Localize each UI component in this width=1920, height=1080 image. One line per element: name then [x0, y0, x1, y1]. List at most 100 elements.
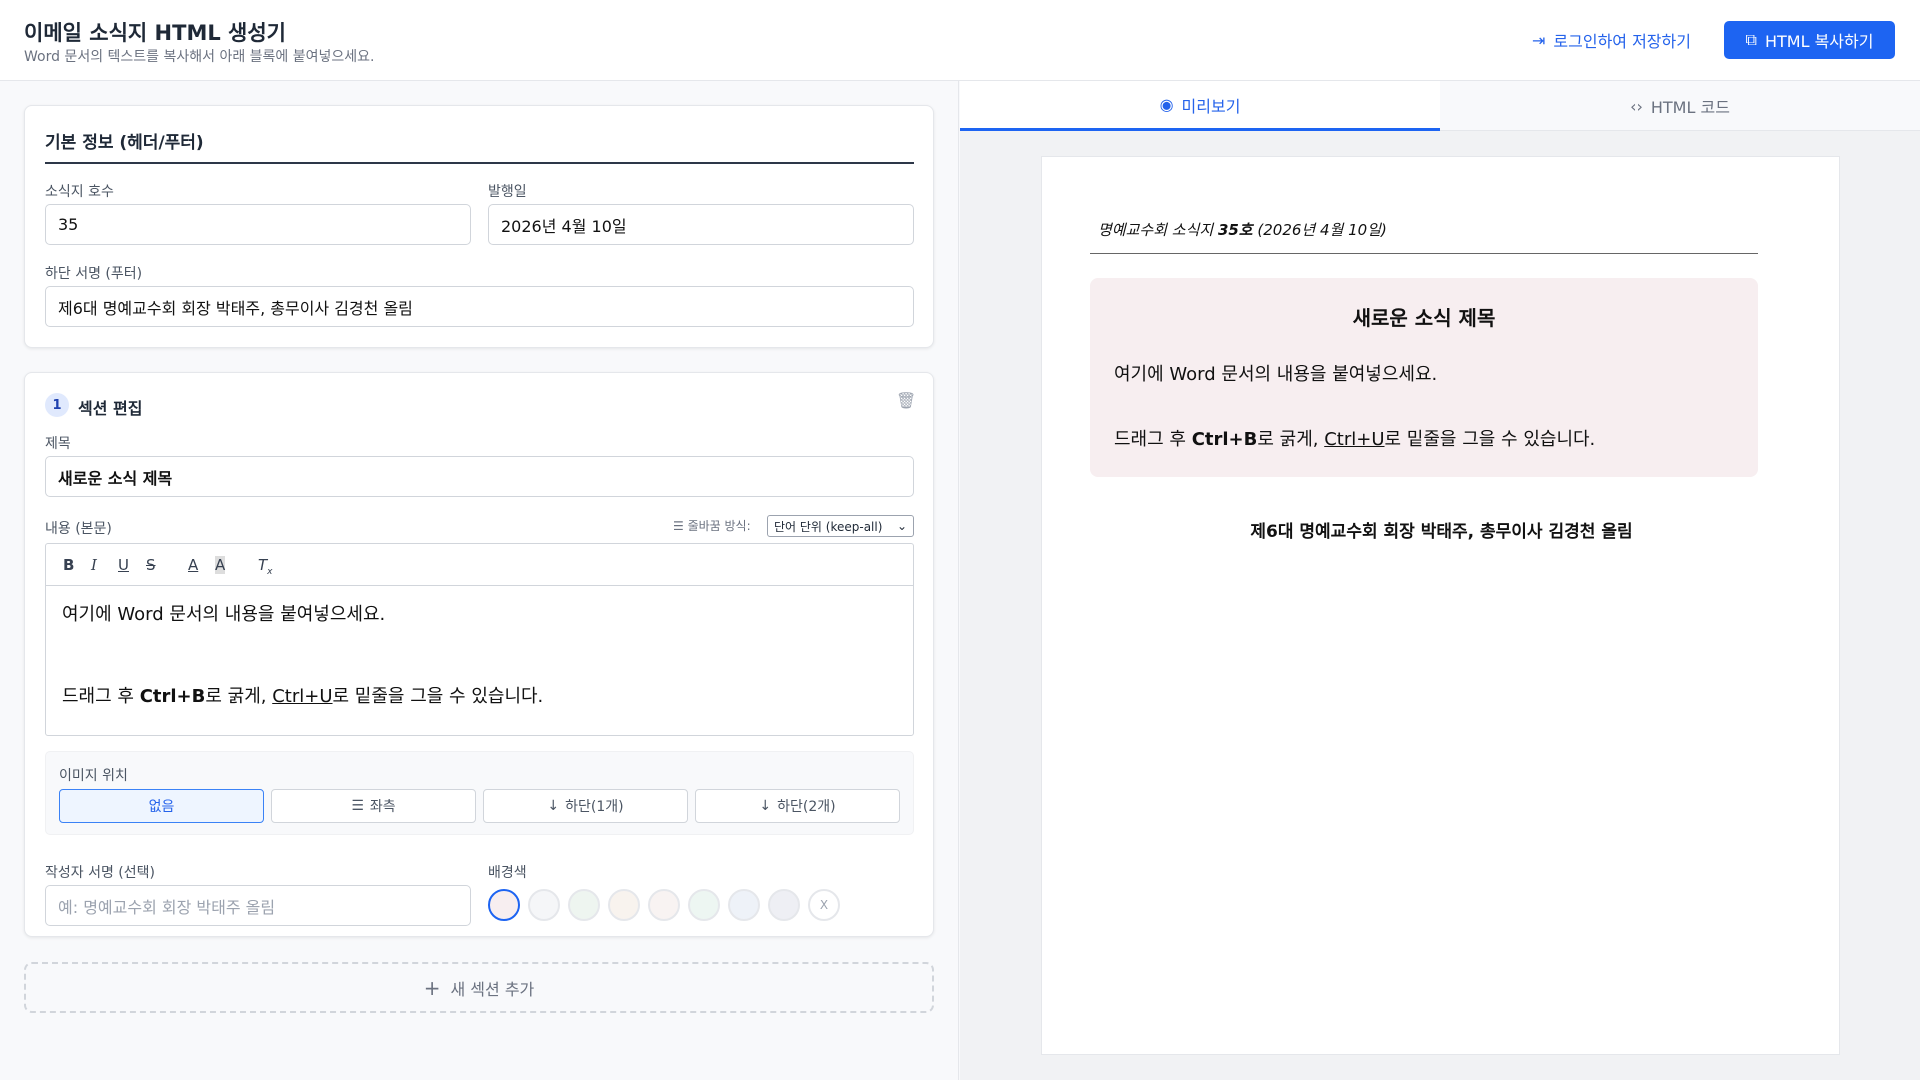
- login-label: 로그인하여 저장하기: [1553, 32, 1691, 51]
- underlined-text: Ctrl+U: [1324, 429, 1385, 450]
- editor-toolbar: B I U S A A Tx: [46, 544, 913, 586]
- option-label: 없음: [148, 799, 175, 815]
- text: 로 밑줄을 그을 수 있습니다.: [332, 686, 544, 707]
- image-option-left[interactable]: ☰ 좌측: [271, 789, 476, 823]
- strikethrough-icon[interactable]: S: [146, 556, 156, 574]
- chevron-down-icon: ⌄: [896, 519, 907, 533]
- option-label: 하단(2개): [777, 799, 836, 815]
- title-input[interactable]: 새로운 소식 제목: [45, 456, 914, 497]
- bold-text: Ctrl+B: [139, 686, 206, 707]
- title-label: 제목: [45, 436, 71, 452]
- section-number-badge: 1: [45, 393, 69, 417]
- clear-format-icon[interactable]: Tx: [258, 556, 273, 577]
- basic-info-title: 기본 정보 (헤더/푸터): [45, 133, 204, 153]
- bold-icon[interactable]: B: [63, 556, 74, 574]
- app-header: 이메일 소식지 HTML 생성기 Word 문서의 텍스트를 복사해서 아래 블…: [0, 0, 1920, 81]
- text: 로 밑줄을 그을 수 있습니다.: [1384, 429, 1596, 450]
- wrap-mode-label: ☰ 줄바꿈 방식:: [673, 519, 751, 533]
- add-section-button[interactable]: + 새 섹션 추가: [24, 962, 934, 1013]
- basic-info-card: 기본 정보 (헤더/푸터) 소식지 호수 35 발행일 2026년 4월 10일…: [24, 105, 934, 348]
- issue-label: 소식지 호수: [45, 184, 114, 200]
- bg-color-swatch[interactable]: [608, 889, 640, 921]
- underlined-text: Ctrl+U: [272, 686, 333, 707]
- bg-color-swatch[interactable]: [688, 889, 720, 921]
- tab-html-code[interactable]: ‹› HTML 코드: [1440, 81, 1920, 131]
- image-option-bottom-1[interactable]: ↓ 하단(1개): [483, 789, 688, 823]
- footer-label: 하단 서명 (푸터): [45, 266, 143, 282]
- preview-section: 새로운 소식 제목 여기에 Word 문서의 내용을 붙여넣으세요. 드래그 후…: [1090, 278, 1758, 477]
- trash-icon[interactable]: 🗑: [896, 391, 916, 410]
- copy-html-button[interactable]: ⧉ HTML 복사하기: [1724, 21, 1895, 59]
- preview-paragraph-1: 여기에 Word 문서의 내용을 붙여넣으세요.: [1114, 364, 1438, 385]
- text: 드래그 후: [62, 686, 140, 707]
- tab-bar: ◉ 미리보기 ‹› HTML 코드: [960, 81, 1920, 131]
- image-option-bottom-2[interactable]: ↓ 하단(2개): [695, 789, 900, 823]
- copy-icon: ⧉: [1745, 30, 1757, 49]
- editor-panel: 기본 정보 (헤더/푸터) 소식지 호수 35 발행일 2026년 4월 10일…: [0, 81, 959, 1080]
- rich-text-editor: B I U S A A Tx 여기에 Word 문서의 내용을 붙여넣으세요. …: [45, 543, 914, 736]
- tab-label: HTML 코드: [1650, 98, 1730, 117]
- wrap-value: 단어 단위 (keep-all): [774, 519, 883, 534]
- preview-paragraph-2: 드래그 후 Ctrl+B로 굵게, Ctrl+U로 밑줄을 그을 수 있습니다.: [1114, 425, 1595, 451]
- arrow-down-icon: ↓: [547, 798, 560, 814]
- preview-footer: 제6대 명예교수회 회장 박태주, 총무이사 김경천 올림: [1250, 522, 1633, 542]
- image-position-label: 이미지 위치: [59, 768, 128, 784]
- text: 로 굵게,: [205, 686, 273, 707]
- content-label: 내용 (본문): [45, 521, 112, 537]
- bg-color-swatch[interactable]: [728, 889, 760, 921]
- italic-icon[interactable]: I: [91, 556, 97, 574]
- issue-number: 35호: [1217, 221, 1253, 239]
- bg-color-swatch[interactable]: [528, 889, 560, 921]
- highlight-color-icon[interactable]: A: [215, 556, 226, 574]
- editor-paragraph-2[interactable]: 드래그 후 Ctrl+B로 굵게, Ctrl+U로 밑줄을 그을 수 있습니다.: [62, 682, 543, 708]
- text: 드래그 후: [1114, 429, 1192, 450]
- text: (2026년 4월 10일): [1252, 221, 1387, 239]
- font-color-icon[interactable]: A: [188, 556, 198, 574]
- option-label: 하단(1개): [565, 799, 624, 815]
- app-subtitle: Word 문서의 텍스트를 복사해서 아래 블록에 붙여넣으세요.: [24, 49, 375, 65]
- code-icon: ‹›: [1630, 96, 1643, 116]
- tab-label: 미리보기: [1181, 96, 1241, 116]
- section-card: 1 섹션 편집 🗑 제목 새로운 소식 제목 내용 (본문) ☰ 줄바꿈 방식:…: [24, 372, 934, 937]
- author-label: 작성자 서명 (선택): [45, 865, 155, 881]
- date-label: 발행일: [488, 184, 527, 200]
- editor-paragraph-1[interactable]: 여기에 Word 문서의 내용을 붙여넣으세요.: [62, 600, 385, 626]
- author-input[interactable]: 예: 명예교수회 회장 박태주 올림: [45, 885, 471, 926]
- bg-color-swatch[interactable]: [768, 889, 800, 921]
- preview-section-title: 새로운 소식 제목: [1352, 306, 1496, 330]
- align-left-icon: ☰: [351, 798, 364, 814]
- login-save-link[interactable]: ⇥ 로그인하여 저장하기: [1532, 28, 1691, 52]
- bg-color-swatches: X: [488, 885, 908, 925]
- eye-icon: ◉: [1159, 95, 1174, 114]
- bg-color-swatch[interactable]: [568, 889, 600, 921]
- divider: [45, 162, 914, 164]
- image-position-box: 이미지 위치 없음 ☰ 좌측 ↓ 하단(1개) ↓ 하단(2개): [45, 751, 914, 835]
- preview-header: 명예교수회 소식지 35호 (2026년 4월 10일): [1098, 219, 1387, 240]
- date-input[interactable]: 2026년 4월 10일: [488, 204, 914, 245]
- login-icon: ⇥: [1532, 30, 1546, 50]
- wrap-label-text: 줄바꿈 방식:: [687, 519, 751, 533]
- copy-label: HTML 복사하기: [1764, 32, 1874, 51]
- add-section-label: 새 섹션 추가: [450, 979, 535, 999]
- underline-icon[interactable]: U: [118, 556, 129, 574]
- plus-icon: +: [423, 975, 441, 1000]
- tab-preview[interactable]: ◉ 미리보기: [960, 81, 1440, 131]
- option-label: 좌측: [369, 799, 396, 815]
- footer-input[interactable]: 제6대 명예교수회 회장 박태주, 총무이사 김경천 올림: [45, 286, 914, 327]
- wrap-mode-select[interactable]: 단어 단위 (keep-all) ⌄: [767, 515, 914, 537]
- bg-color-label: 배경색: [488, 865, 527, 881]
- bg-color-swatch[interactable]: [648, 889, 680, 921]
- arrow-down-icon: ↓: [759, 798, 772, 814]
- text: 로 굵게,: [1257, 429, 1325, 450]
- preview-panel: ◉ 미리보기 ‹› HTML 코드 명예교수회 소식지 35호 (2026년 4월 …: [960, 81, 1920, 1080]
- text: 명예교수회 소식지: [1098, 221, 1218, 239]
- section-title: 섹션 편집: [78, 399, 143, 418]
- issue-input[interactable]: 35: [45, 204, 471, 245]
- bold-text: Ctrl+B: [1191, 429, 1258, 450]
- preview-divider: [1090, 253, 1758, 254]
- image-option-none[interactable]: 없음: [59, 789, 264, 823]
- bg-color-swatch[interactable]: [488, 889, 520, 921]
- app-title: 이메일 소식지 HTML 생성기: [24, 21, 286, 45]
- clear-bg-color-button[interactable]: X: [808, 889, 840, 921]
- newsletter-preview: 명예교수회 소식지 35호 (2026년 4월 10일) 새로운 소식 제목 여…: [1041, 156, 1840, 1055]
